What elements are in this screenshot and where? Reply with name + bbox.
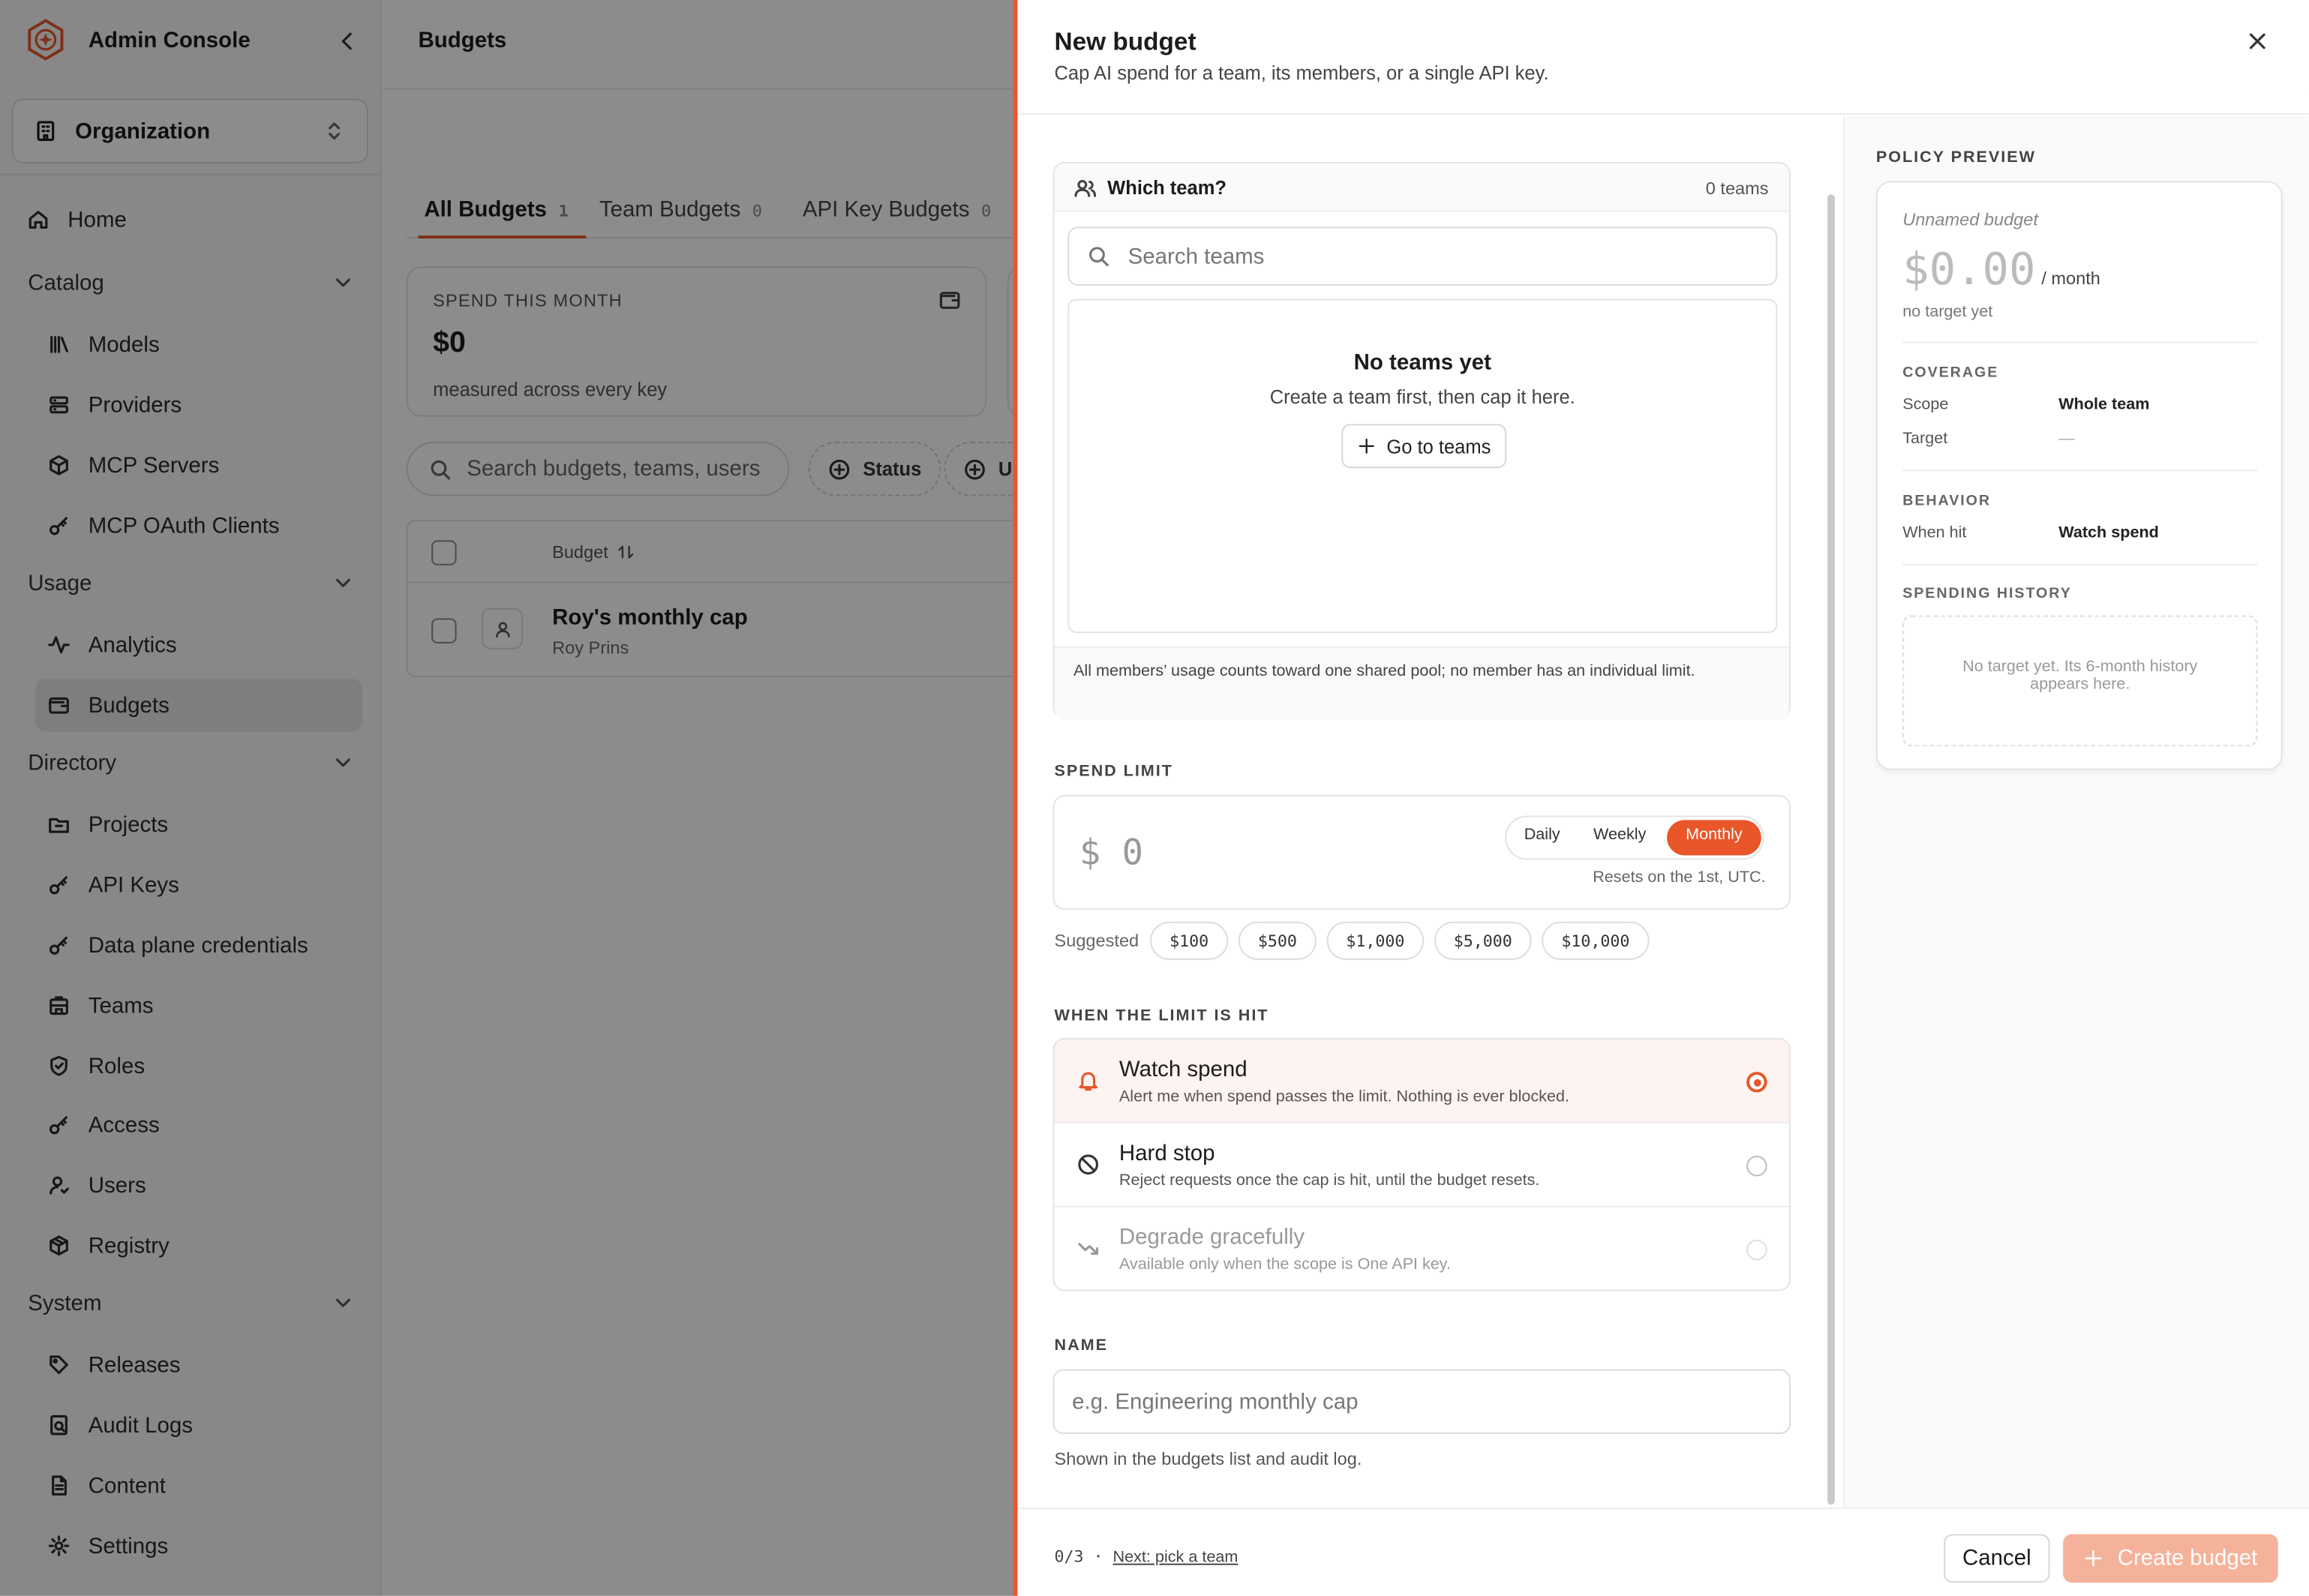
- suggested-500[interactable]: $500: [1238, 921, 1317, 960]
- currency-symbol: $: [1079, 832, 1101, 874]
- progress-status: 0/3 · Next: pick a team: [1055, 1547, 1239, 1567]
- suggested-5000[interactable]: $5,000: [1434, 921, 1532, 960]
- period-label: Monthly: [1686, 826, 1743, 844]
- plus-icon: [2085, 1550, 2102, 1567]
- create-budget-button[interactable]: Create budget: [2063, 1534, 2278, 1583]
- teams-empty-state: No teams yet Create a team first, then c…: [1067, 298, 1778, 634]
- plus-icon: [1358, 438, 1374, 454]
- budget-form: Which team? 0 teams Search teams No team…: [1017, 116, 1845, 1508]
- trending-down-icon: [1078, 1243, 1099, 1256]
- spend-limit-box: $ 0 Daily Weekly Monthly Resets on the 1…: [1052, 795, 1791, 910]
- empty-subtitle: Create a team first, then cap it here.: [1269, 386, 1575, 408]
- option-desc: Reject requests once the cap is hit, unt…: [1118, 1172, 1540, 1190]
- ban-icon: [1078, 1154, 1099, 1175]
- option-hard-stop[interactable]: Hard stop Reject requests once the cap i…: [1054, 1124, 1790, 1208]
- go-to-teams-button[interactable]: Go to teams: [1341, 424, 1507, 469]
- radio-selected[interactable]: [1746, 1072, 1767, 1093]
- when-hit-heading: WHEN THE LIMIT IS HIT: [1054, 1006, 1269, 1025]
- when-hit-value: Watch spend: [2058, 524, 2159, 542]
- coverage-heading: COVERAGE: [1902, 364, 1999, 382]
- spend-amount-input[interactable]: $ 0: [1079, 832, 1143, 873]
- option-title: Degrade gracefully: [1118, 1225, 1305, 1250]
- history-heading: SPENDING HISTORY: [1902, 586, 2072, 602]
- radio-disabled: [1746, 1239, 1767, 1261]
- target-key: Target: [1902, 430, 1948, 448]
- panel-title: New budget: [1054, 28, 1197, 56]
- amount-value: 0: [1121, 832, 1143, 874]
- policy-preview: POLICY PREVIEW Unnamed budget $0.00 / mo…: [1846, 116, 2309, 1508]
- history-placeholder: No target yet. Its 6-month history appea…: [1902, 615, 2258, 747]
- name-placeholder: e.g. Engineering monthly cap: [1072, 1390, 1359, 1415]
- team-picker-label: Which team?: [1107, 176, 1227, 200]
- option-title: Watch spend: [1118, 1057, 1248, 1082]
- modal-backdrop[interactable]: [0, 0, 1013, 1596]
- suggested-10000[interactable]: $10,000: [1542, 921, 1650, 960]
- radio[interactable]: [1746, 1155, 1767, 1177]
- period-weekly[interactable]: Weekly: [1593, 826, 1646, 844]
- name-hint: Shown in the budgets list and audit log.: [1054, 1448, 1362, 1470]
- team-picker: Which team? 0 teams Search teams No team…: [1052, 161, 1791, 720]
- suggested-label: Suggested: [1054, 930, 1139, 952]
- panel-subtitle: Cap AI spend for a team, its members, or…: [1054, 62, 1549, 84]
- search-icon: [1089, 247, 1109, 266]
- behavior-heading: BEHAVIOR: [1902, 493, 1992, 510]
- option-desc: Alert me when spend passes the limit. No…: [1118, 1088, 1570, 1106]
- option-desc: Available only when the scope is One API…: [1118, 1256, 1452, 1274]
- new-budget-panel: New budget Cap AI spend for a team, its …: [1013, 0, 2309, 1596]
- users-icon: [1074, 179, 1097, 197]
- suggested-1000[interactable]: $1,000: [1326, 921, 1425, 960]
- when-hit-key: When hit: [1902, 524, 1967, 542]
- option-title: Hard stop: [1118, 1141, 1215, 1166]
- preview-target-note: no target yet: [1902, 303, 1993, 321]
- search-placeholder: Search teams: [1127, 243, 1265, 269]
- divider: [1902, 470, 2258, 472]
- cancel-label: Cancel: [1962, 1546, 2031, 1571]
- team-count: 0 teams: [1705, 178, 1769, 200]
- cancel-button[interactable]: Cancel: [1944, 1534, 2050, 1583]
- form-scrollbar[interactable]: [1827, 194, 1835, 1505]
- suggested-100[interactable]: $100: [1150, 921, 1229, 960]
- spend-limit-heading: SPEND LIMIT: [1054, 762, 1173, 781]
- close-icon[interactable]: [2246, 29, 2269, 52]
- empty-title: No teams yet: [1353, 350, 1491, 376]
- option-degrade-gracefully: Degrade gracefully Available only when t…: [1055, 1208, 1790, 1290]
- divider: [1902, 563, 2258, 566]
- team-pool-note: All members’ usage counts toward one sha…: [1073, 662, 1695, 680]
- team-search-input[interactable]: Search teams: [1067, 226, 1778, 286]
- preview-card: Unnamed budget $0.00 / month no target y…: [1875, 181, 2283, 770]
- preview-name: Unnamed budget: [1902, 208, 2038, 230]
- period-toggle: Daily Weekly Monthly: [1505, 815, 1764, 860]
- bell-icon: [1079, 1072, 1098, 1091]
- target-value: —: [2058, 430, 2075, 448]
- team-picker-footer: All members’ usage counts toward one sha…: [1054, 646, 1790, 720]
- period-monthly[interactable]: Monthly: [1667, 820, 1761, 856]
- panel-footer: 0/3 · Next: pick a team Cancel Create bu…: [1017, 1508, 2309, 1596]
- preview-heading: POLICY PREVIEW: [1875, 148, 2036, 166]
- name-heading: NAME: [1054, 1336, 1108, 1354]
- next-step-link[interactable]: Next: pick a team: [1113, 1549, 1239, 1567]
- limit-behavior-options: Watch spend Alert me when spend passes t…: [1052, 1037, 1791, 1292]
- preview-period: / month: [2041, 268, 2100, 289]
- preview-amount: $0.00 / month: [1902, 244, 2100, 296]
- history-note: No target yet. Its 6-month history appea…: [1962, 658, 2198, 694]
- preview-amount-value: $0.00: [1902, 244, 2036, 296]
- create-label: Create budget: [2117, 1546, 2258, 1571]
- budget-name-input[interactable]: e.g. Engineering monthly cap: [1052, 1369, 1791, 1434]
- go-to-teams-label: Go to teams: [1386, 435, 1491, 458]
- panel-header: New budget Cap AI spend for a team, its …: [1017, 0, 2309, 116]
- team-picker-header: Which team? 0 teams: [1054, 163, 1790, 212]
- scope-value: Whole team: [2058, 396, 2150, 414]
- step-count: 0/3 ·: [1054, 1547, 1113, 1567]
- divider: [1902, 341, 2258, 344]
- scope-key: Scope: [1902, 396, 1949, 414]
- reset-note: Resets on the 1st, UTC.: [1593, 868, 1766, 886]
- option-watch-spend[interactable]: Watch spend Alert me when spend passes t…: [1054, 1039, 1790, 1124]
- period-daily[interactable]: Daily: [1524, 826, 1560, 844]
